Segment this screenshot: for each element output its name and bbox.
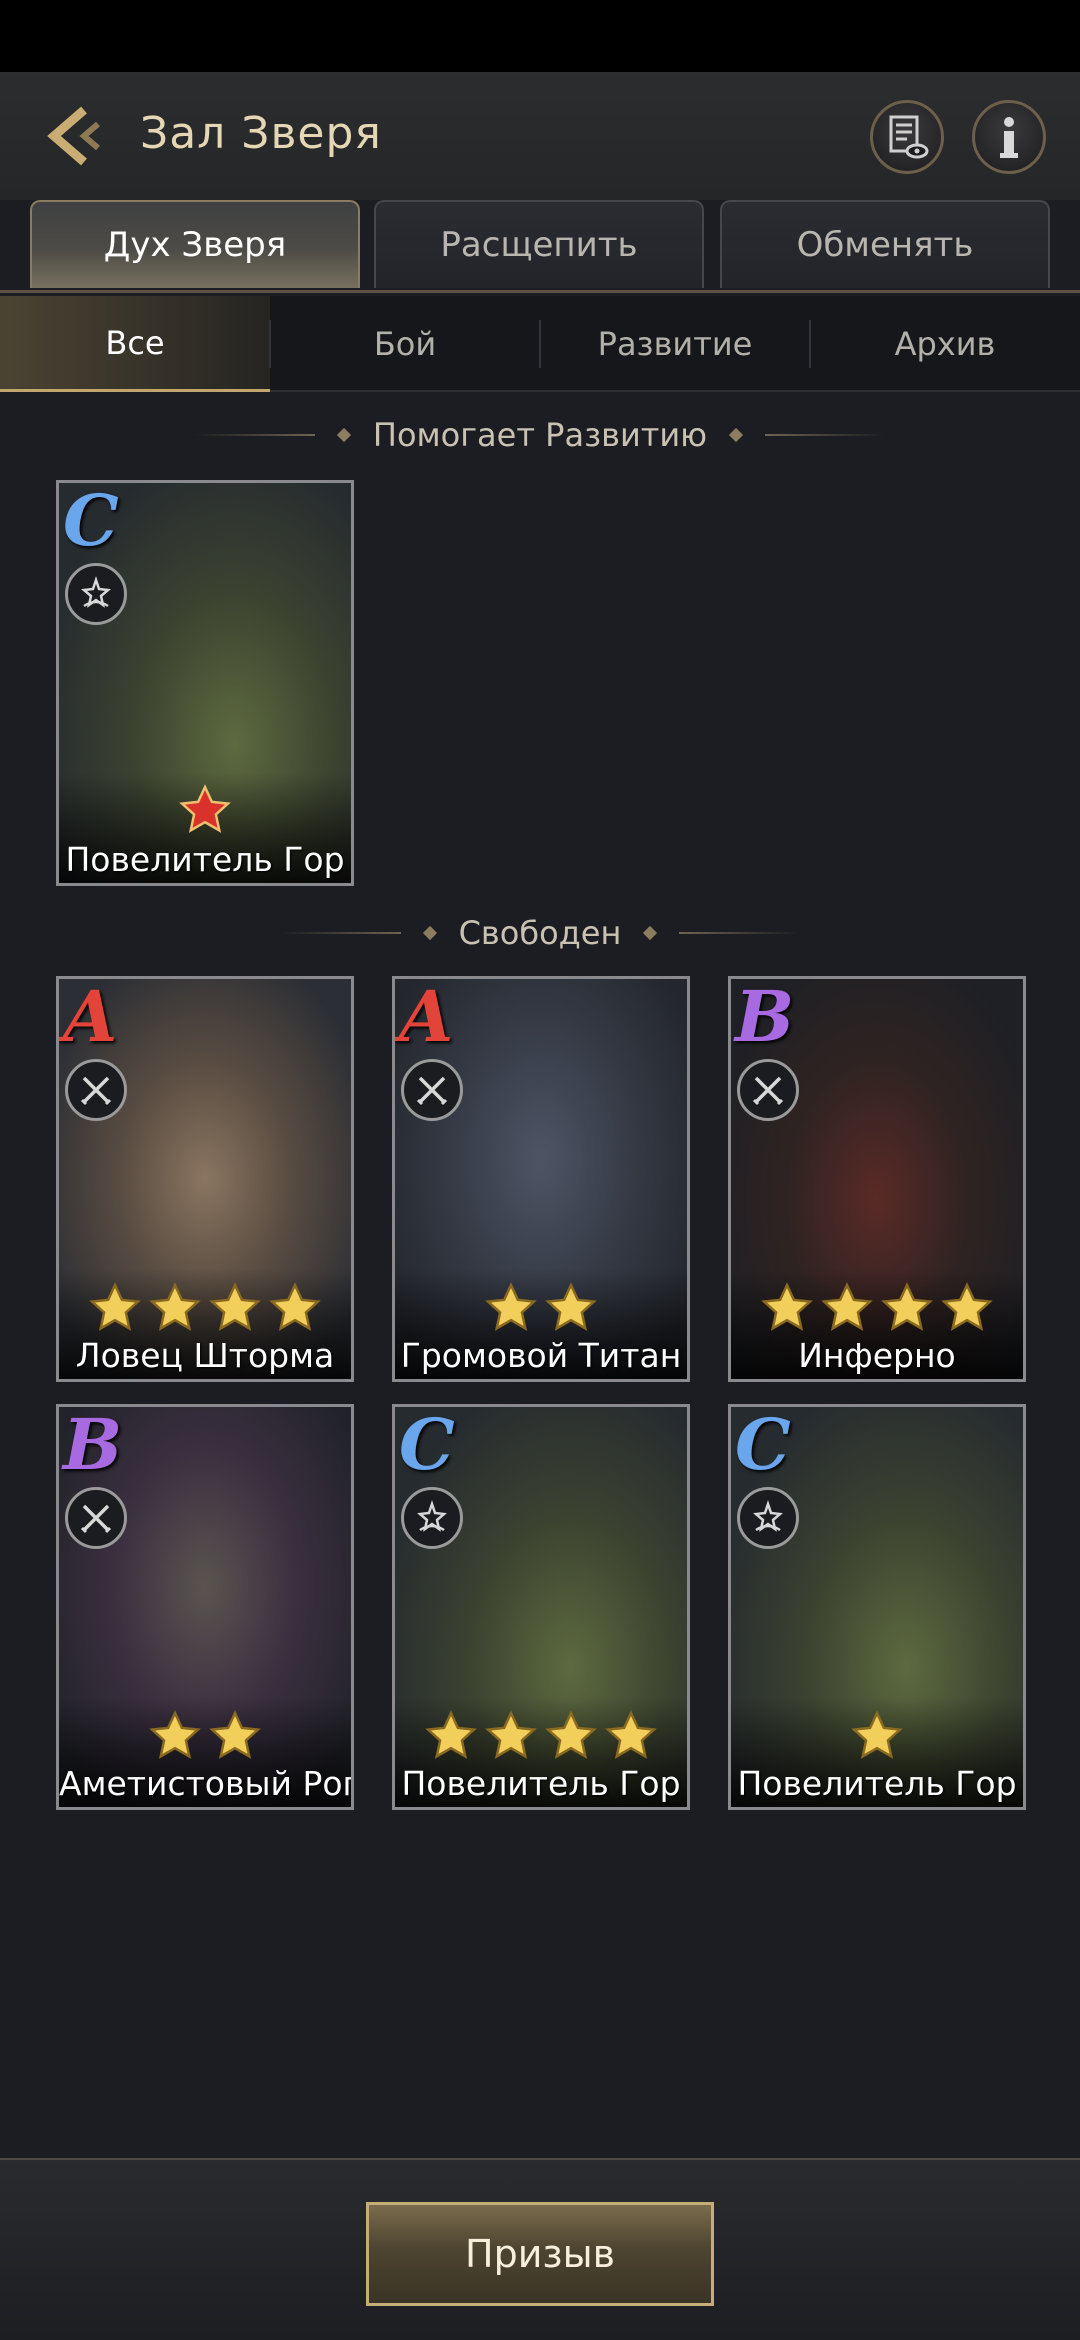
- tab-beast-spirit[interactable]: Дух Зверя: [30, 200, 360, 288]
- beast-card[interactable]: C Повелитель Гор: [728, 1404, 1026, 1810]
- beast-name: Повелитель Гор: [401, 1764, 681, 1803]
- star-icon: [881, 1282, 933, 1331]
- star-rating: [395, 1709, 687, 1763]
- beast-card[interactable]: B Аметистовый Рог: [56, 1404, 354, 1810]
- back-button[interactable]: [40, 100, 112, 172]
- star-rating: [731, 1281, 1023, 1335]
- role-badge: [401, 1059, 463, 1121]
- status-bar: [0, 0, 1080, 72]
- growth-icon: [81, 576, 111, 608]
- growth-icon: [417, 1500, 447, 1532]
- grade-badge: B: [63, 1404, 123, 1486]
- grade-badge: C: [399, 1404, 455, 1486]
- star-icon: [485, 1282, 537, 1331]
- main-tabs: Дух Зверя Расщепить Обменять: [0, 200, 1080, 292]
- beast-name: Громовой Титан: [400, 1336, 682, 1375]
- beast-name: Повелитель Гор: [737, 1764, 1017, 1803]
- grade-badge: A: [399, 976, 454, 1058]
- role-badge: [65, 1487, 127, 1549]
- star-icon: [209, 1282, 261, 1331]
- role-badge: [65, 563, 127, 625]
- star-icon: [269, 1282, 321, 1331]
- star-icon: [545, 1282, 597, 1331]
- star-icon: [821, 1282, 873, 1331]
- star-rating: [59, 1281, 351, 1335]
- combat-icon: [416, 1076, 448, 1106]
- star-icon: [149, 1710, 201, 1759]
- records-button[interactable]: [870, 100, 944, 174]
- back-arrow-icon: [47, 106, 100, 166]
- filter-combat[interactable]: Бой: [270, 296, 540, 392]
- tab-split[interactable]: Расщепить: [374, 200, 704, 288]
- beast-name: Инферно: [798, 1336, 956, 1375]
- filter-archive[interactable]: Архив: [810, 296, 1080, 392]
- star-icon: [941, 1282, 993, 1331]
- star-icon: [179, 784, 231, 833]
- role-badge: [65, 1059, 127, 1121]
- star-rating: [59, 783, 351, 837]
- star-icon: [485, 1710, 537, 1759]
- star-rating: [395, 1281, 687, 1335]
- star-icon: [605, 1710, 657, 1759]
- filter-all[interactable]: Все: [0, 296, 270, 392]
- role-badge: [401, 1487, 463, 1549]
- grade-badge: C: [735, 1404, 791, 1486]
- beast-card[interactable]: A Громовой Титан: [392, 976, 690, 1382]
- star-icon: [545, 1710, 597, 1759]
- tabs-divider: [0, 290, 1080, 293]
- combat-icon: [752, 1076, 784, 1106]
- filter-bar: Все Бой Развитие Архив: [0, 296, 1080, 392]
- role-badge: [737, 1059, 799, 1121]
- beast-name: Аметистовый Рог: [59, 1764, 354, 1803]
- growth-icon: [753, 1500, 783, 1532]
- grade-badge: B: [735, 976, 795, 1058]
- combat-icon: [80, 1076, 112, 1106]
- star-icon: [761, 1282, 813, 1331]
- tab-exchange[interactable]: Обменять: [720, 200, 1050, 288]
- page-title: Зал Зверя: [140, 108, 382, 159]
- filter-growth[interactable]: Развитие: [540, 296, 810, 392]
- info-button[interactable]: [972, 100, 1046, 174]
- section-title: Помогает Развитию: [372, 416, 708, 454]
- role-badge: [737, 1487, 799, 1549]
- grade-badge: A: [63, 976, 118, 1058]
- star-icon: [149, 1282, 201, 1331]
- star-rating: [59, 1709, 351, 1763]
- star-icon: [89, 1282, 141, 1331]
- info-icon: [1000, 117, 1018, 158]
- summon-button[interactable]: Призыв: [366, 2202, 714, 2306]
- combat-icon: [80, 1504, 112, 1534]
- section-header-free: Свободен: [0, 908, 1080, 958]
- document-eye-icon: [889, 115, 929, 159]
- beast-name: Ловец Шторма: [75, 1336, 335, 1375]
- beast-card[interactable]: C Повелитель Гор: [392, 1404, 690, 1810]
- beast-card[interactable]: C Повелитель Гор: [56, 480, 354, 886]
- section-header-assisting: Помогает Развитию: [0, 410, 1080, 460]
- star-icon: [425, 1710, 477, 1759]
- star-icon: [209, 1710, 261, 1759]
- beast-card[interactable]: B Инферно: [728, 976, 1026, 1382]
- star-rating: [731, 1709, 1023, 1763]
- beast-card[interactable]: A Ловец Шторма: [56, 976, 354, 1382]
- grade-badge: C: [63, 480, 119, 562]
- beast-name: Повелитель Гор: [65, 840, 345, 879]
- star-icon: [851, 1710, 903, 1759]
- section-title: Свободен: [458, 914, 622, 952]
